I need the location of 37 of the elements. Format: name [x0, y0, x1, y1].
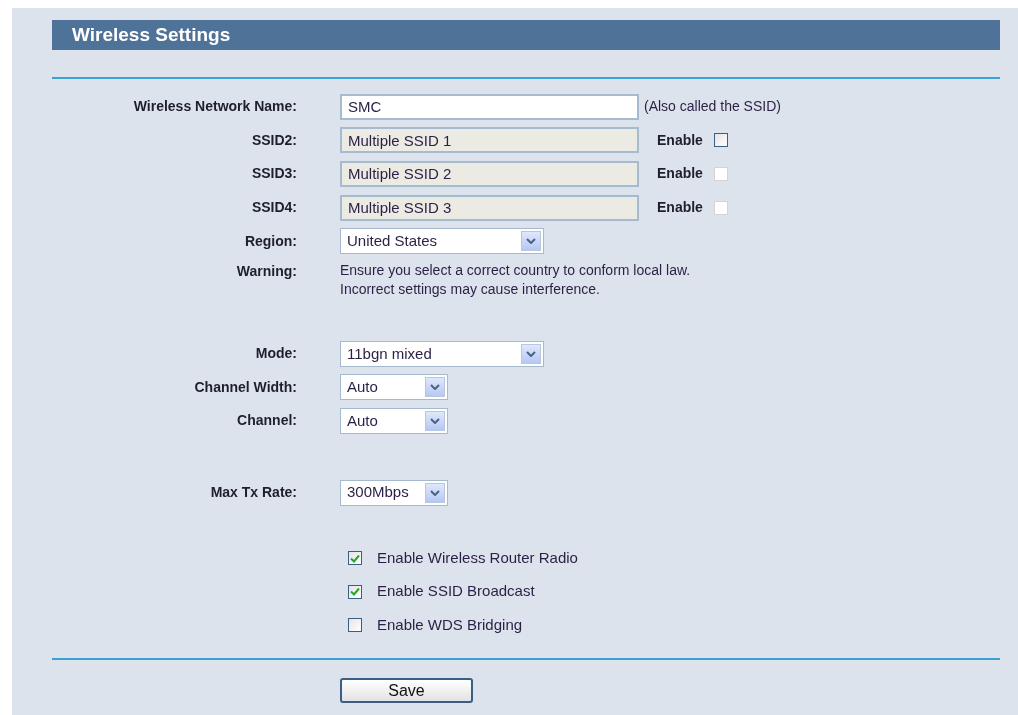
field-label: SSID4:	[250, 198, 297, 218]
field-label: SSID3:	[250, 164, 297, 184]
check-icon	[350, 553, 360, 563]
dropdown[interactable]: United States	[340, 228, 544, 255]
option-checkbox[interactable]	[348, 551, 362, 566]
warning-text: Incorrect settings may cause interference.	[340, 279, 601, 299]
option-label: Enable SSID Broadcast	[377, 581, 535, 602]
dropdown[interactable]: 300Mbps	[340, 479, 448, 506]
chevron-down-icon	[430, 417, 440, 424]
field-label: SSID2:	[250, 130, 297, 150]
chevron-down-icon	[526, 350, 536, 357]
dropdown[interactable]: 11bgn mixed	[340, 340, 544, 367]
chevron-down-icon	[430, 489, 440, 496]
chevron-down-icon	[526, 238, 536, 245]
option-checkbox[interactable]	[348, 584, 362, 599]
field-label: Max Tx Rate:	[209, 483, 297, 503]
field-note: (Also called the SSID)	[644, 97, 781, 117]
page-title: Wireless Settings	[72, 22, 231, 47]
dropdown[interactable]: Auto	[340, 407, 448, 434]
field-label: Warning:	[235, 261, 297, 281]
field-label: Wireless Network Name:	[132, 97, 297, 117]
text-field[interactable]: SMC	[340, 93, 639, 120]
warning-text: Ensure you select a correct country to conform local law.	[340, 260, 691, 280]
save-button[interactable]: Save	[340, 678, 473, 704]
field-label: Mode:	[254, 344, 297, 364]
field-label: Region:	[243, 231, 297, 251]
dropdown[interactable]: Auto	[340, 374, 448, 401]
option-checkbox[interactable]	[348, 618, 362, 633]
enable-label: Enable	[657, 198, 703, 218]
field-label: Channel:	[236, 411, 297, 431]
enable-label: Enable	[657, 130, 703, 150]
enable-label: Enable	[657, 164, 703, 184]
field-label: Channel Width:	[193, 377, 297, 397]
check-icon	[350, 587, 360, 597]
option-label: Enable Wireless Router Radio	[377, 547, 578, 568]
option-label: Enable WDS Bridging	[377, 615, 523, 636]
chevron-down-icon	[430, 384, 440, 391]
